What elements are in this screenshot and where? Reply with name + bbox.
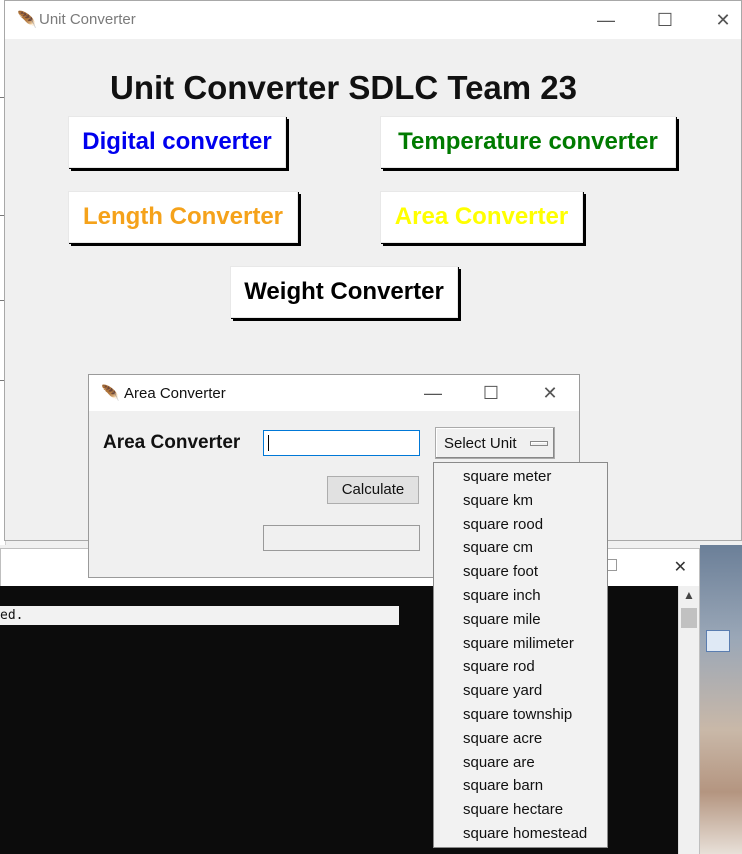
dropdown-item[interactable]: square homestead [463,824,587,844]
desktop-wallpaper [700,545,742,854]
page-title: Unit Converter SDLC Team 23 [110,69,577,106]
dropdown-item[interactable]: square meter [463,467,551,487]
dropdown-item[interactable]: square inch [463,586,541,606]
area-close-button[interactable]: ✕ [527,375,573,411]
calculate-button[interactable]: Calculate [327,476,419,504]
dropdown-item[interactable]: square rod [463,657,535,677]
area-converter-button[interactable]: Area Converter [380,191,583,243]
area-converter-label: Area Converter [103,432,241,453]
maximize-button[interactable]: ☐ [642,1,688,39]
feather-icon: 🪶 [17,12,37,29]
unit-select[interactable]: Select Unit [435,427,555,459]
dropdown-item[interactable]: square township [463,705,572,725]
option-indicator-icon [530,441,548,446]
weight-converter-button[interactable]: Weight Converter [230,266,458,318]
close-button[interactable]: ✕ [700,1,742,39]
dropdown-item[interactable]: square yard [463,681,542,701]
unit-dropdown-menu: square meter square km square rood square c… [433,462,608,848]
area-maximize-button[interactable]: ☐ [468,375,514,411]
text-caret [268,435,269,451]
dropdown-item[interactable]: square are [463,753,535,773]
dropdown-item[interactable]: square cm [463,538,533,558]
scroll-thumb[interactable] [681,608,697,628]
dropdown-item[interactable]: square hectare [463,800,563,820]
digital-converter-button[interactable]: Digital converter [68,116,286,168]
dropdown-item[interactable]: square foot [463,562,538,582]
window-title: Unit Converter [39,11,136,28]
console-line: ed. [0,606,399,625]
dropdown-item[interactable]: square acre [463,729,542,749]
unit-select-label: Select Unit [444,435,517,452]
title-bar[interactable]: 🪶 Unit Converter — ☐ ✕ [5,1,741,39]
window-icon[interactable] [706,630,730,652]
console-text: ed. [0,608,24,623]
scroll-up-icon[interactable]: ▲ [679,588,699,602]
area-window-title: Area Converter [124,385,226,402]
dropdown-item[interactable]: square rood [463,515,543,535]
result-field [263,525,420,551]
minimize-button[interactable]: — [583,1,629,39]
dropdown-item[interactable]: square mile [463,610,541,630]
value-input[interactable] [263,430,420,456]
area-title-bar[interactable]: 🪶 Area Converter — ☐ ✕ [89,375,579,411]
feather-icon: 🪶 [101,385,120,402]
dropdown-item[interactable]: square milimeter [463,634,574,654]
dropdown-item[interactable]: square km [463,491,533,511]
area-minimize-button[interactable]: — [410,375,456,411]
temperature-converter-button[interactable]: Temperature converter [380,116,676,168]
scrollbar[interactable]: ▲ [678,586,699,854]
dropdown-item[interactable]: square barn [463,776,543,796]
console-bar [0,586,408,606]
length-converter-button[interactable]: Length Converter [68,191,298,243]
close-icon[interactable]: ✕ [674,557,687,577]
